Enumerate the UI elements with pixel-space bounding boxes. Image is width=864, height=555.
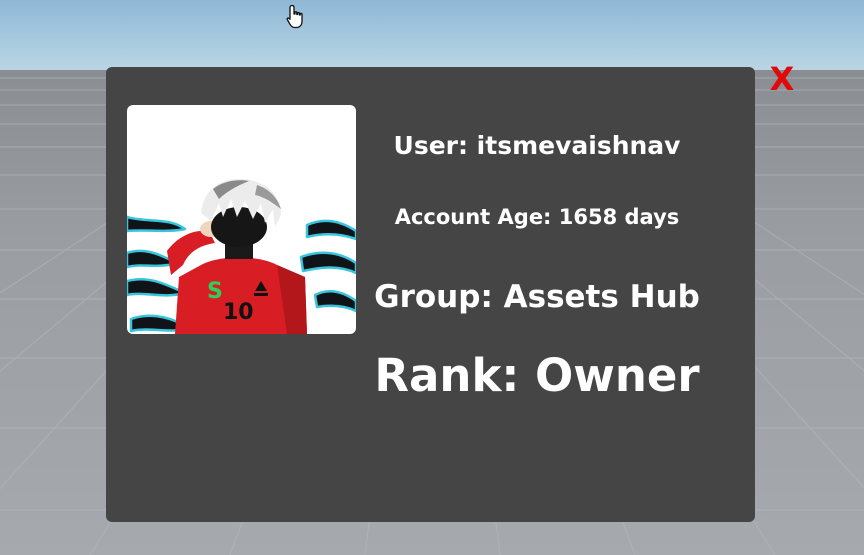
hand-pointer-icon <box>286 4 306 30</box>
close-button[interactable]: X <box>763 60 801 98</box>
player-info-panel: S 10 User: itsmevaishnav Account Age: 16… <box>106 67 755 522</box>
jersey-number: 10 <box>223 300 254 325</box>
close-icon[interactable]: X <box>770 63 795 95</box>
username-label: User: itsmevaishnav <box>393 131 681 160</box>
avatar-thumbnail: S 10 <box>127 105 356 334</box>
group-label: Group: Assets Hub <box>374 279 700 315</box>
account-age-label: Account Age: 1658 days <box>394 205 680 229</box>
sky <box>0 0 864 72</box>
jersey-letter: S <box>207 279 223 304</box>
rank-label: Rank: Owner <box>374 349 700 402</box>
